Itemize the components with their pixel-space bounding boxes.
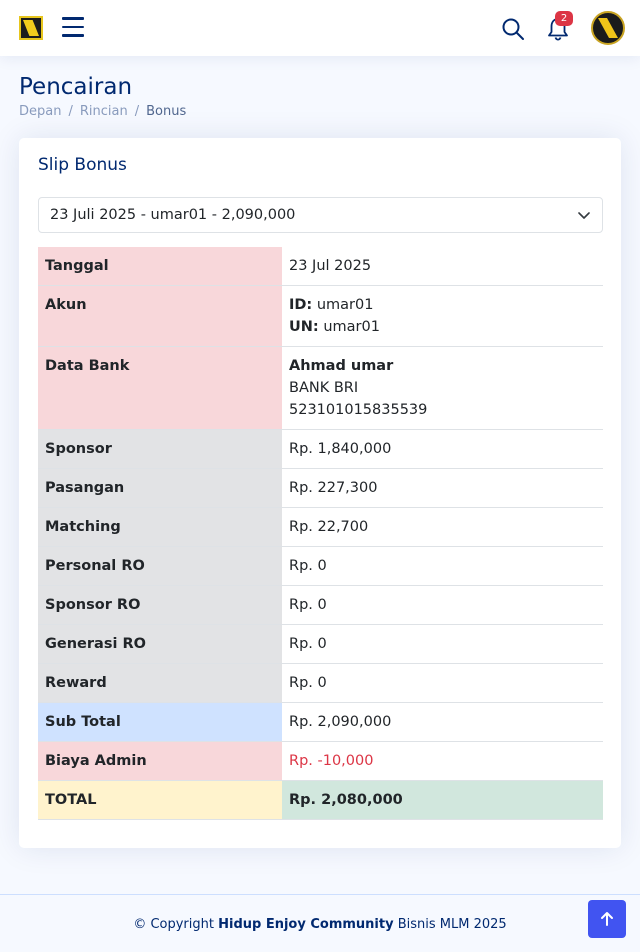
row-value: Rp. 1,840,000 [282,429,603,469]
slip-bonus-card: Slip Bonus 23 Juli 2025 - umar01 - 2,090… [19,138,621,848]
search-icon[interactable] [501,17,525,41]
table-row: Tanggal 23 Jul 2025 [38,247,603,286]
chevron-down-icon [578,212,590,219]
table-row: Sponsor RO Rp. 0 [38,585,603,625]
menu-toggle-icon[interactable] [62,17,84,37]
row-value: 23 Jul 2025 [282,247,603,286]
table-row: Matching Rp. 22,700 [38,507,603,547]
copyright-prefix: © Copyright [133,917,214,932]
table-row: TOTAL Rp. 2,080,000 [38,780,603,820]
bank-account-name: Ahmad umar [289,358,394,374]
top-header: 2 [0,0,640,56]
footer: © Copyright Hidup Enjoy Community Bisnis… [0,894,640,952]
breadcrumb-depan[interactable]: Depan [19,104,61,119]
table-row: Akun ID: umar01 UN: umar01 [38,285,603,347]
copyright-suffix: Bisnis MLM 2025 [397,917,507,932]
table-row: Pasangan Rp. 227,300 [38,468,603,508]
logo[interactable] [19,16,43,40]
row-value-total: Rp. 2,080,000 [282,780,603,820]
table-row: Sponsor Rp. 1,840,000 [38,429,603,469]
un-value: umar01 [323,319,380,335]
row-label-total: TOTAL [38,780,282,820]
back-to-top-button[interactable] [588,900,626,938]
logo-mark [23,20,39,36]
slip-table: Tanggal 23 Jul 2025 Akun ID: umar01 UN: … [38,247,603,820]
row-label: Pasangan [38,468,282,508]
row-value: Rp. 227,300 [282,468,603,508]
row-value: Rp. 0 [282,663,603,703]
row-label: Akun [38,285,282,347]
row-label: Reward [38,663,282,703]
breadcrumb-rincian[interactable]: Rincian [80,104,128,119]
slip-select[interactable]: 23 Juli 2025 - umar01 - 2,090,000 [38,197,603,233]
bank-account-number: 523101015835539 [289,402,428,418]
copyright-brand: Hidup Enjoy Community [218,917,394,932]
table-row: Data Bank Ahmad umar BANK BRI 5231010158… [38,346,603,430]
page-title: Pencairan [19,74,133,100]
card-title: Slip Bonus [38,155,127,175]
row-value-bank: Ahmad umar BANK BRI 523101015835539 [282,346,603,430]
bank-name: BANK BRI [289,380,359,396]
table-row: Personal RO Rp. 0 [38,546,603,586]
row-value: Rp. 0 [282,546,603,586]
row-label: Biaya Admin [38,741,282,781]
avatar[interactable] [591,11,625,45]
table-row: Generasi RO Rp. 0 [38,624,603,664]
id-value: umar01 [316,297,374,313]
avatar-logo [598,18,618,38]
notification-badge: 2 [555,11,573,26]
un-label: UN: [289,319,319,335]
row-label: Generasi RO [38,624,282,664]
table-row: Biaya Admin Rp. -10,000 [38,741,603,781]
row-label: Sponsor RO [38,585,282,625]
table-row: Reward Rp. 0 [38,663,603,703]
row-label: Personal RO [38,546,282,586]
row-label: Tanggal [38,247,282,286]
row-label: Matching [38,507,282,547]
breadcrumb-bonus: Bonus [146,104,187,119]
breadcrumb-separator: / [134,104,140,119]
row-value: Rp. 0 [282,624,603,664]
row-label: Data Bank [38,346,282,430]
breadcrumb: Depan / Rincian / Bonus [19,104,186,119]
table-row: Sub Total Rp. 2,090,000 [38,702,603,742]
row-value-akun: ID: umar01 UN: umar01 [282,285,603,347]
arrow-up-icon [601,912,613,926]
copyright-text: © Copyright Hidup Enjoy Community Bisnis… [0,917,640,932]
id-label: ID: [289,297,313,313]
row-label: Sponsor [38,429,282,469]
slip-select-value: 23 Juli 2025 - umar01 - 2,090,000 [50,207,296,223]
breadcrumb-separator: / [68,104,73,119]
row-label: Sub Total [38,702,282,742]
row-value: Rp. 2,090,000 [282,702,603,742]
row-value: Rp. 22,700 [282,507,603,547]
row-value: Rp. 0 [282,585,603,625]
row-value-admin-fee: Rp. -10,000 [282,741,603,781]
